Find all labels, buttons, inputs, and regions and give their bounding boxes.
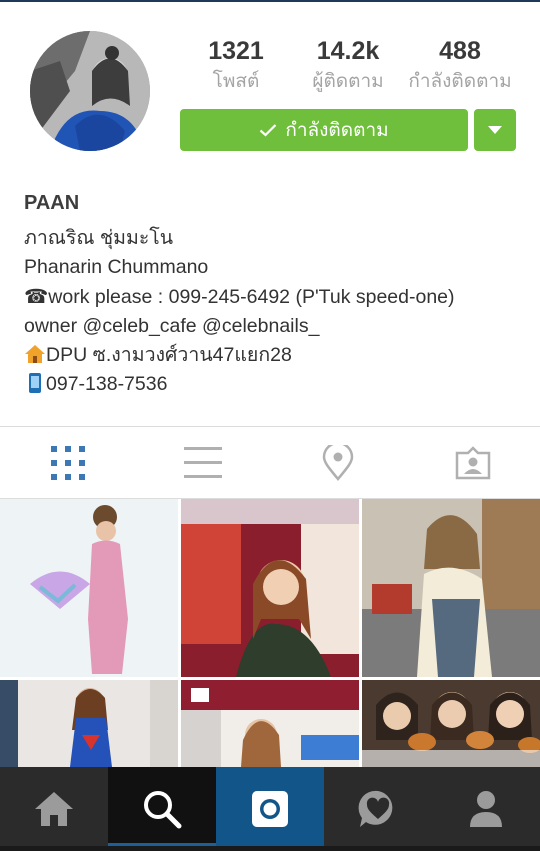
stat-following[interactable]: 488 กำลังติดตาม — [401, 36, 519, 96]
bio-line-mobile: 097-138-7536 — [24, 370, 524, 399]
nav-activity[interactable] — [324, 767, 432, 851]
status-bar-line — [0, 0, 540, 2]
bio-line-address: DPU ซ.งามวงศ์วาน47แยก28 — [24, 341, 524, 370]
avatar[interactable] — [30, 31, 150, 151]
profile-view-tabs — [0, 427, 540, 498]
photo-image — [181, 499, 359, 677]
followers-label: ผู้ติดตาม — [312, 71, 384, 92]
photo-image — [181, 680, 359, 767]
photo-image — [0, 499, 178, 677]
tab-grid[interactable] — [0, 427, 135, 498]
navigation-bar-edge — [0, 846, 540, 851]
photo-image — [362, 499, 540, 677]
photo-image — [362, 680, 540, 767]
triangle-down-icon — [488, 126, 502, 134]
photo-thumbnail[interactable] — [362, 499, 540, 677]
tab-map[interactable] — [270, 427, 405, 498]
bio-mobile-text: 097-138-7536 — [46, 373, 168, 396]
bio-line-work-phone: ☎work please : 099-245-6492 (P'Tuk speed… — [24, 285, 455, 308]
profile-icon — [470, 791, 502, 827]
checkmark-icon — [260, 124, 277, 137]
profile-bio: PAAN ภาณริณ ชุ่มมะโน Phanarin Chummano ☎… — [24, 190, 524, 400]
tab-tagged[interactable] — [405, 427, 540, 498]
grid-icon — [50, 445, 85, 480]
avatar-photo — [30, 31, 150, 151]
tagged-photos-icon — [455, 445, 490, 479]
photo-thumbnail[interactable] — [0, 680, 178, 767]
home-icon — [35, 792, 73, 826]
photo-thumbnail[interactable] — [181, 499, 359, 677]
username: PAAN — [24, 192, 80, 214]
location-pin-icon — [322, 444, 353, 481]
suggestions-dropdown-button[interactable] — [474, 109, 516, 151]
photo-thumbnail[interactable] — [181, 680, 359, 767]
photo-thumbnail[interactable] — [362, 680, 540, 767]
search-icon — [144, 791, 182, 829]
stat-posts[interactable]: 1321 โพสต์ — [190, 36, 282, 96]
nav-search[interactable] — [108, 767, 216, 851]
photo-thumbnail[interactable] — [0, 499, 178, 677]
list-icon — [183, 446, 222, 478]
photo-image — [0, 680, 178, 767]
bio-line-english-name: Phanarin Chummano — [24, 256, 209, 279]
bio-line-thai-name: ภาณริณ ชุ่มมะโน — [24, 227, 174, 249]
bio-line-owner: owner @celeb_cafe @celebnails_ — [24, 314, 320, 337]
following-label: กำลังติดตาม — [408, 71, 512, 92]
posts-label: โพสต์ — [212, 71, 260, 92]
nav-camera[interactable] — [216, 767, 324, 851]
bottom-navigation — [0, 767, 540, 851]
following-button[interactable]: กำลังติดตาม — [180, 109, 468, 151]
camera-icon — [252, 791, 288, 827]
bio-address-text: DPU ซ.งามวงศ์วาน47แยก28 — [46, 344, 292, 367]
mobile-phone-icon — [29, 373, 41, 394]
posts-count: 1321 — [208, 37, 264, 65]
nav-profile[interactable] — [432, 767, 540, 851]
nav-home[interactable] — [0, 767, 108, 851]
tab-list[interactable] — [135, 427, 270, 498]
stat-followers[interactable]: 14.2k ผู้ติดตาม — [298, 36, 398, 96]
activity-heart-icon — [358, 790, 393, 827]
followers-count: 14.2k — [316, 37, 380, 65]
following-button-label: กำลังติดตาม — [285, 120, 389, 141]
house-icon — [25, 345, 45, 364]
following-count: 488 — [439, 37, 481, 65]
